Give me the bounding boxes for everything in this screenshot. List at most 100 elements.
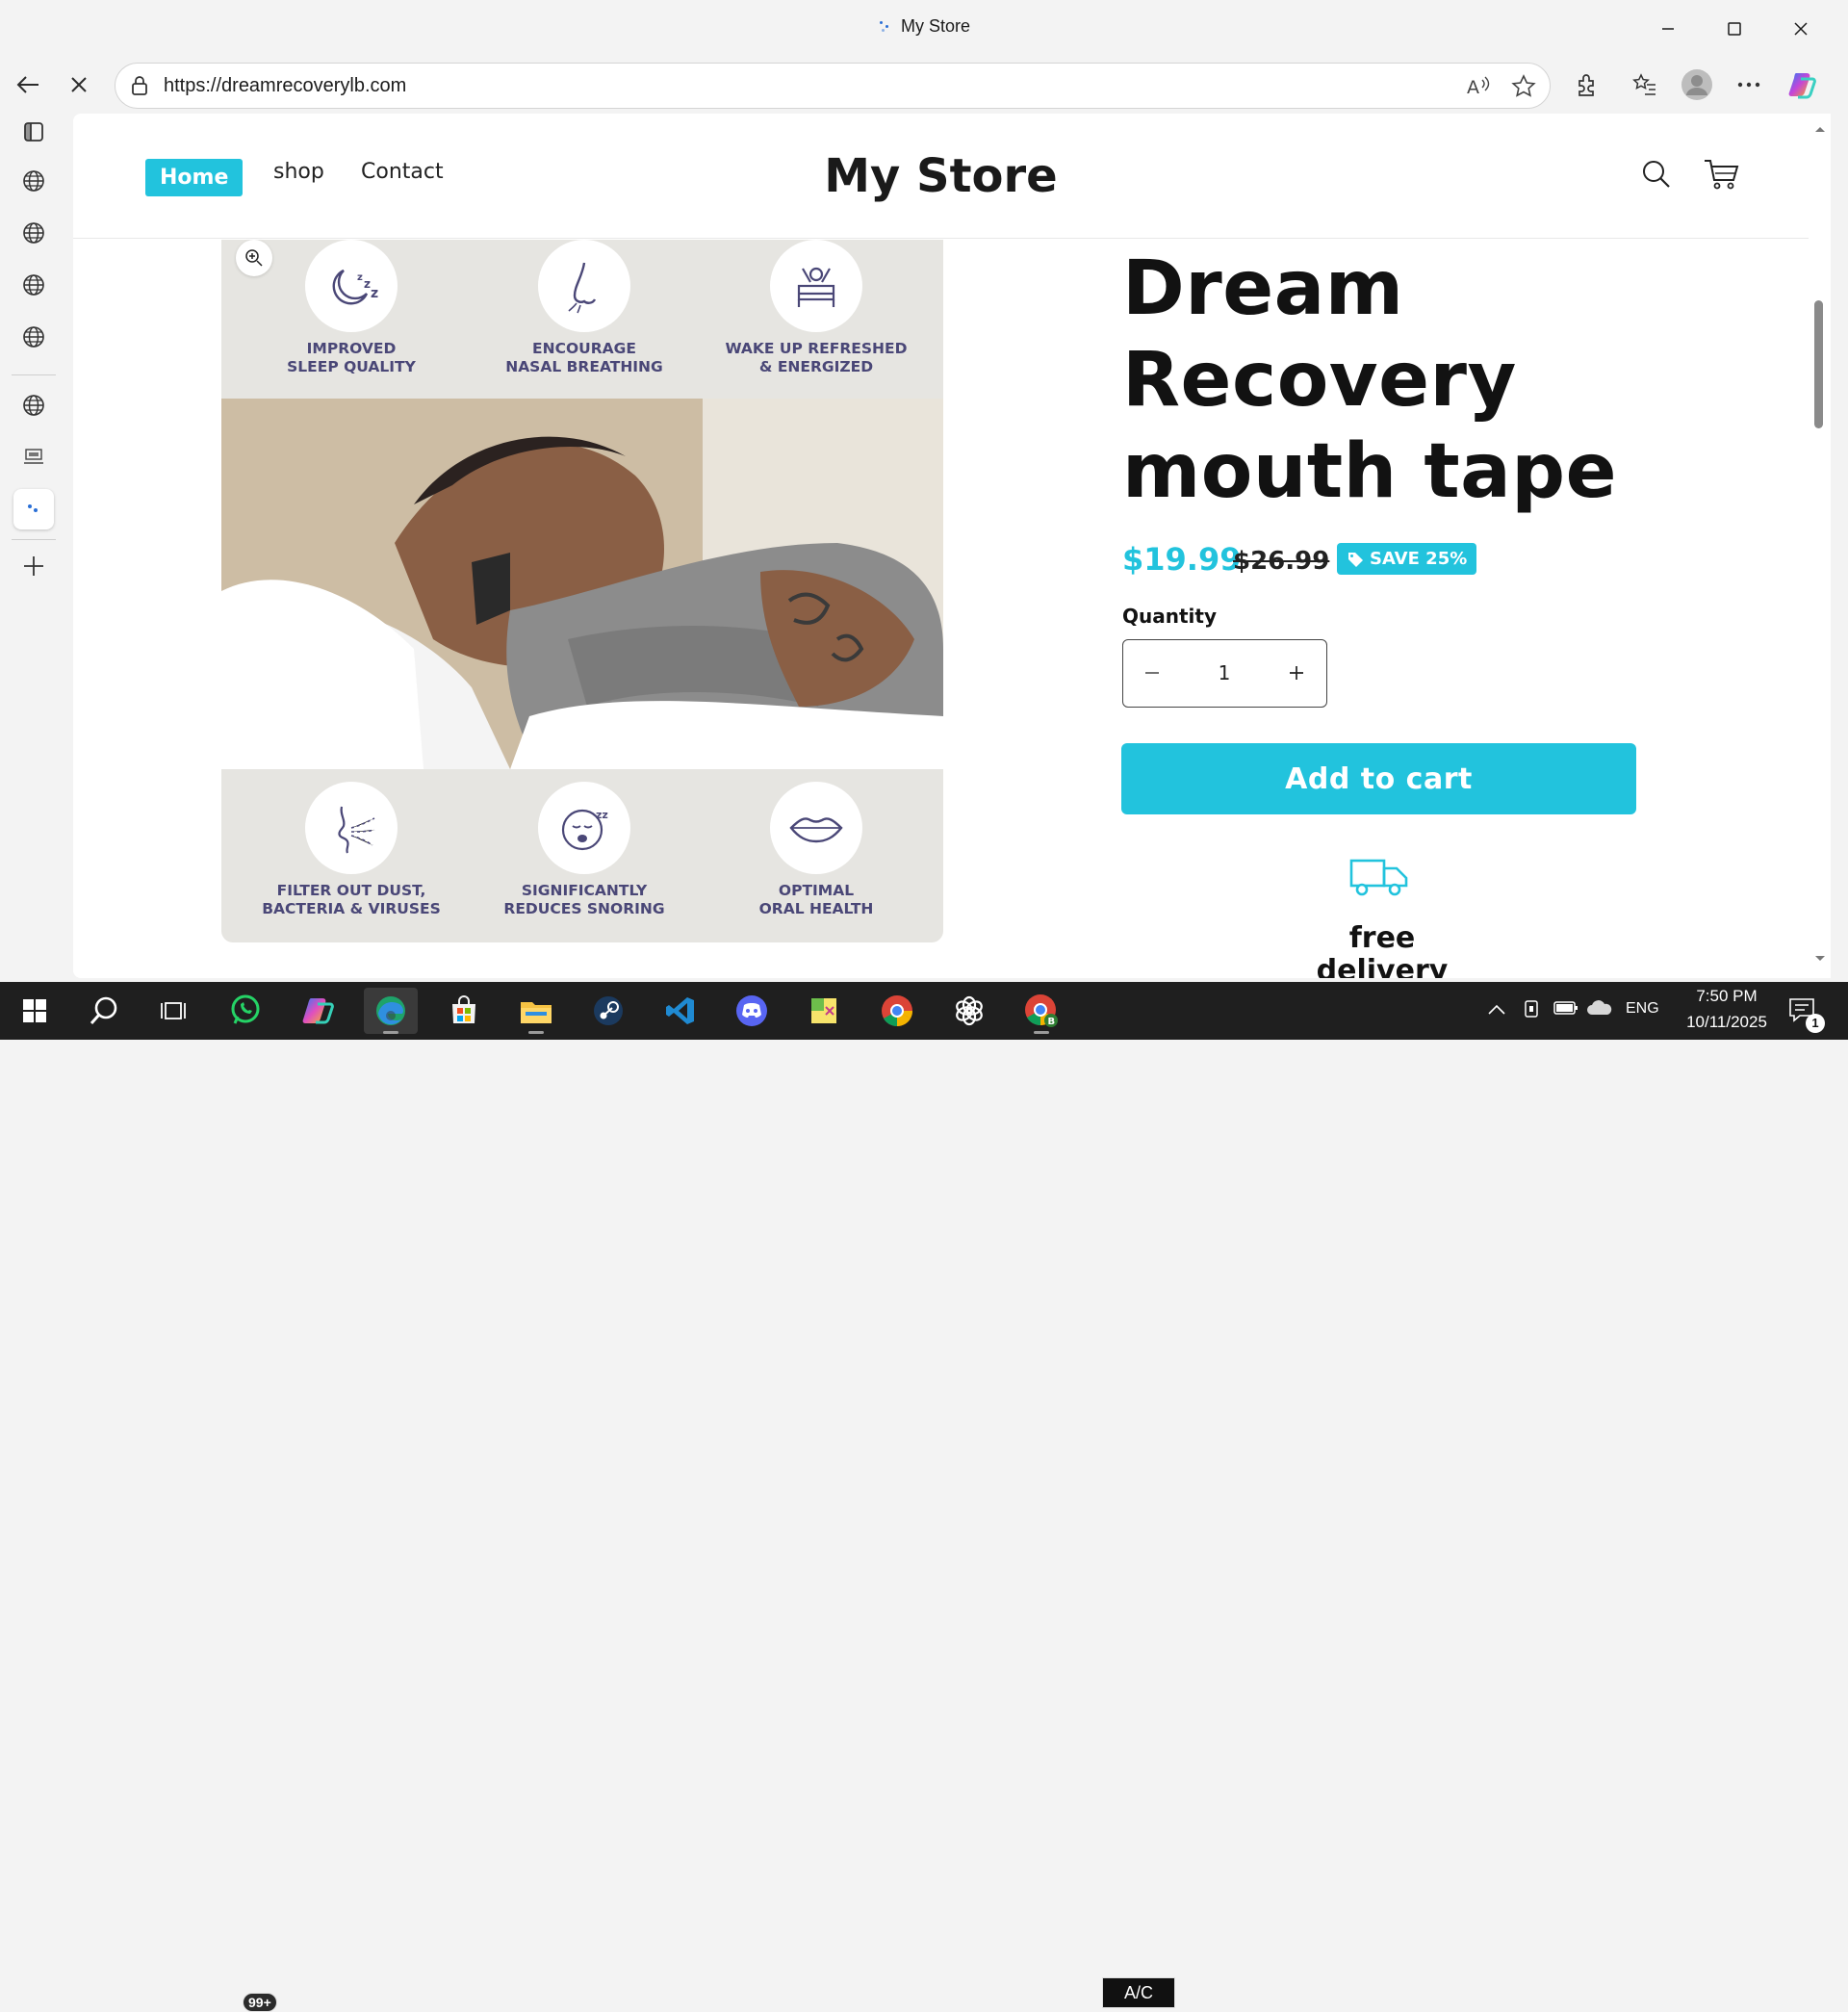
whatsapp-icon[interactable] bbox=[220, 988, 274, 1034]
zoom-in-icon bbox=[245, 249, 263, 267]
ac-indicator[interactable]: A/C bbox=[1102, 1977, 1175, 2008]
svg-text:z: z bbox=[364, 277, 371, 291]
feature-oral-health: OPTIMAL ORAL HEALTH bbox=[706, 782, 927, 918]
tab-globe-icon[interactable] bbox=[13, 213, 54, 253]
page-scrollbar[interactable] bbox=[1809, 114, 1831, 978]
save-badge: SAVE 25% bbox=[1337, 543, 1477, 575]
svg-text:zz: zz bbox=[596, 809, 608, 821]
task-view-icon[interactable] bbox=[146, 988, 200, 1034]
decrease-quantity-button[interactable] bbox=[1123, 640, 1181, 706]
tab-globe-icon[interactable] bbox=[13, 385, 54, 426]
scroll-up-arrow-icon[interactable] bbox=[1814, 125, 1826, 133]
feature-wake-refreshed: WAKE UP REFRESHED & ENERGIZED bbox=[706, 240, 927, 376]
back-button[interactable] bbox=[9, 65, 47, 104]
title-bar: My Store bbox=[0, 0, 1848, 58]
quantity-stepper: 1 bbox=[1122, 639, 1327, 708]
svg-text:B: B bbox=[1048, 1017, 1056, 1027]
vertical-tabs-sidebar bbox=[0, 112, 67, 982]
tab-site-favicon-icon[interactable] bbox=[13, 437, 54, 477]
sidebar-divider bbox=[12, 374, 56, 375]
clock-time[interactable]: 7:50 PM bbox=[1686, 987, 1767, 1006]
window-title: My Store bbox=[0, 16, 1848, 37]
site-info-icon[interactable] bbox=[129, 75, 150, 100]
maximize-button[interactable] bbox=[1715, 13, 1754, 44]
lips-icon bbox=[770, 782, 862, 874]
free-delivery-text: free delivery bbox=[1316, 921, 1449, 979]
notification-count-badge: 1 bbox=[1806, 1014, 1825, 1033]
minus-icon bbox=[1145, 672, 1159, 674]
increase-quantity-button[interactable] bbox=[1268, 640, 1325, 706]
feature-nasal-breathing: ENCOURAGE NASAL BREATHING bbox=[474, 240, 695, 376]
active-tab-loading-icon[interactable] bbox=[13, 489, 54, 529]
profile-avatar[interactable] bbox=[1678, 65, 1716, 104]
app-notes-icon[interactable] bbox=[797, 988, 851, 1034]
copilot-taskbar-icon[interactable] bbox=[292, 988, 346, 1034]
read-aloud-icon[interactable]: A bbox=[1466, 74, 1491, 101]
svg-text:z: z bbox=[357, 272, 363, 283]
favorites-icon[interactable] bbox=[1626, 65, 1664, 104]
feature-improved-sleep: zzz IMPROVED SLEEP QUALITY bbox=[241, 240, 462, 376]
favorite-star-icon[interactable] bbox=[1511, 74, 1536, 103]
clock-date[interactable]: 10/11/2025 bbox=[1677, 1013, 1777, 1032]
delivery-truck-icon bbox=[1348, 855, 1410, 903]
active-app-indicator bbox=[383, 1031, 398, 1034]
nose-icon bbox=[538, 240, 630, 332]
chrome-profile-icon[interactable]: B bbox=[1014, 988, 1068, 1034]
svg-text:A: A bbox=[1467, 77, 1479, 97]
search-icon[interactable] bbox=[1641, 159, 1672, 193]
tab-globe-icon[interactable] bbox=[13, 317, 54, 357]
tab-globe-icon[interactable] bbox=[13, 265, 54, 305]
copilot-icon[interactable] bbox=[1784, 65, 1822, 104]
zoom-image-button[interactable] bbox=[236, 240, 272, 276]
vscode-icon[interactable] bbox=[654, 988, 707, 1034]
more-options-icon[interactable] bbox=[1730, 65, 1768, 104]
new-tab-plus-icon[interactable] bbox=[13, 546, 54, 586]
scroll-down-arrow-icon[interactable] bbox=[1814, 955, 1826, 963]
microsoft-store-icon[interactable] bbox=[437, 988, 491, 1034]
product-image[interactable]: zzz IMPROVED SLEEP QUALITY ENCOURAGE NASAL… bbox=[221, 240, 943, 942]
web-viewport: Home shop Contact My Store zzz IMPROVED S… bbox=[73, 114, 1809, 978]
battery-icon[interactable] bbox=[1553, 1000, 1578, 1019]
edge-taskbar-icon[interactable] bbox=[364, 988, 418, 1034]
moon-sleep-icon: zzz bbox=[305, 240, 398, 332]
onedrive-cloud-icon[interactable] bbox=[1586, 999, 1613, 1020]
windows-taskbar: 99+ B A/C ENG bbox=[0, 982, 1848, 2012]
steam-icon[interactable] bbox=[581, 988, 635, 1034]
file-explorer-icon[interactable] bbox=[509, 988, 563, 1034]
address-bar[interactable]: https://dreamrecoverylb.com A bbox=[115, 63, 1551, 109]
person-bed-icon bbox=[770, 240, 862, 332]
running-app-indicator bbox=[528, 1031, 544, 1034]
close-window-button[interactable] bbox=[1782, 13, 1820, 44]
product-photo-sleeping-man bbox=[221, 399, 943, 769]
discord-icon[interactable] bbox=[725, 988, 779, 1034]
search-taskbar-icon[interactable] bbox=[77, 988, 131, 1034]
scrollbar-thumb[interactable] bbox=[1814, 300, 1823, 428]
quantity-label: Quantity bbox=[1122, 605, 1217, 628]
quantity-input[interactable]: 1 bbox=[1181, 661, 1268, 684]
url-text[interactable]: https://dreamrecoverylb.com bbox=[164, 75, 406, 97]
device-icon[interactable] bbox=[1523, 998, 1542, 1023]
running-app-indicator bbox=[1034, 1031, 1049, 1034]
product-title: Dream Recovery mouth tape bbox=[1122, 245, 1618, 515]
cart-icon[interactable] bbox=[1703, 157, 1741, 195]
feature-filter-dust: FILTER OUT DUST, BACTERIA & VIRUSES bbox=[241, 782, 462, 918]
store-logo-title[interactable]: My Store bbox=[73, 149, 1809, 203]
extensions-icon[interactable] bbox=[1567, 65, 1605, 104]
breathing-face-icon bbox=[305, 782, 398, 874]
tab-actions-icon[interactable] bbox=[13, 112, 54, 152]
chrome-icon[interactable] bbox=[870, 988, 924, 1034]
minimize-button[interactable] bbox=[1649, 13, 1687, 44]
show-hidden-icons-chevron-icon[interactable] bbox=[1488, 1001, 1505, 1019]
language-indicator[interactable]: ENG bbox=[1626, 1000, 1659, 1018]
tab-globe-icon[interactable] bbox=[13, 161, 54, 201]
chatgpt-icon[interactable] bbox=[942, 988, 996, 1034]
add-to-cart-button[interactable]: Add to cart bbox=[1121, 743, 1636, 814]
sale-price: $19.99 bbox=[1122, 541, 1242, 578]
whatsapp-badge: 99+ bbox=[243, 1993, 277, 2012]
stop-loading-button[interactable] bbox=[60, 65, 98, 104]
sidebar-divider bbox=[12, 539, 56, 540]
start-windows-icon[interactable] bbox=[8, 988, 62, 1034]
snoring-face-icon: zz bbox=[538, 782, 630, 874]
compare-at-price: $26.99 bbox=[1233, 547, 1330, 576]
store-header: Home shop Contact My Store bbox=[73, 114, 1809, 239]
